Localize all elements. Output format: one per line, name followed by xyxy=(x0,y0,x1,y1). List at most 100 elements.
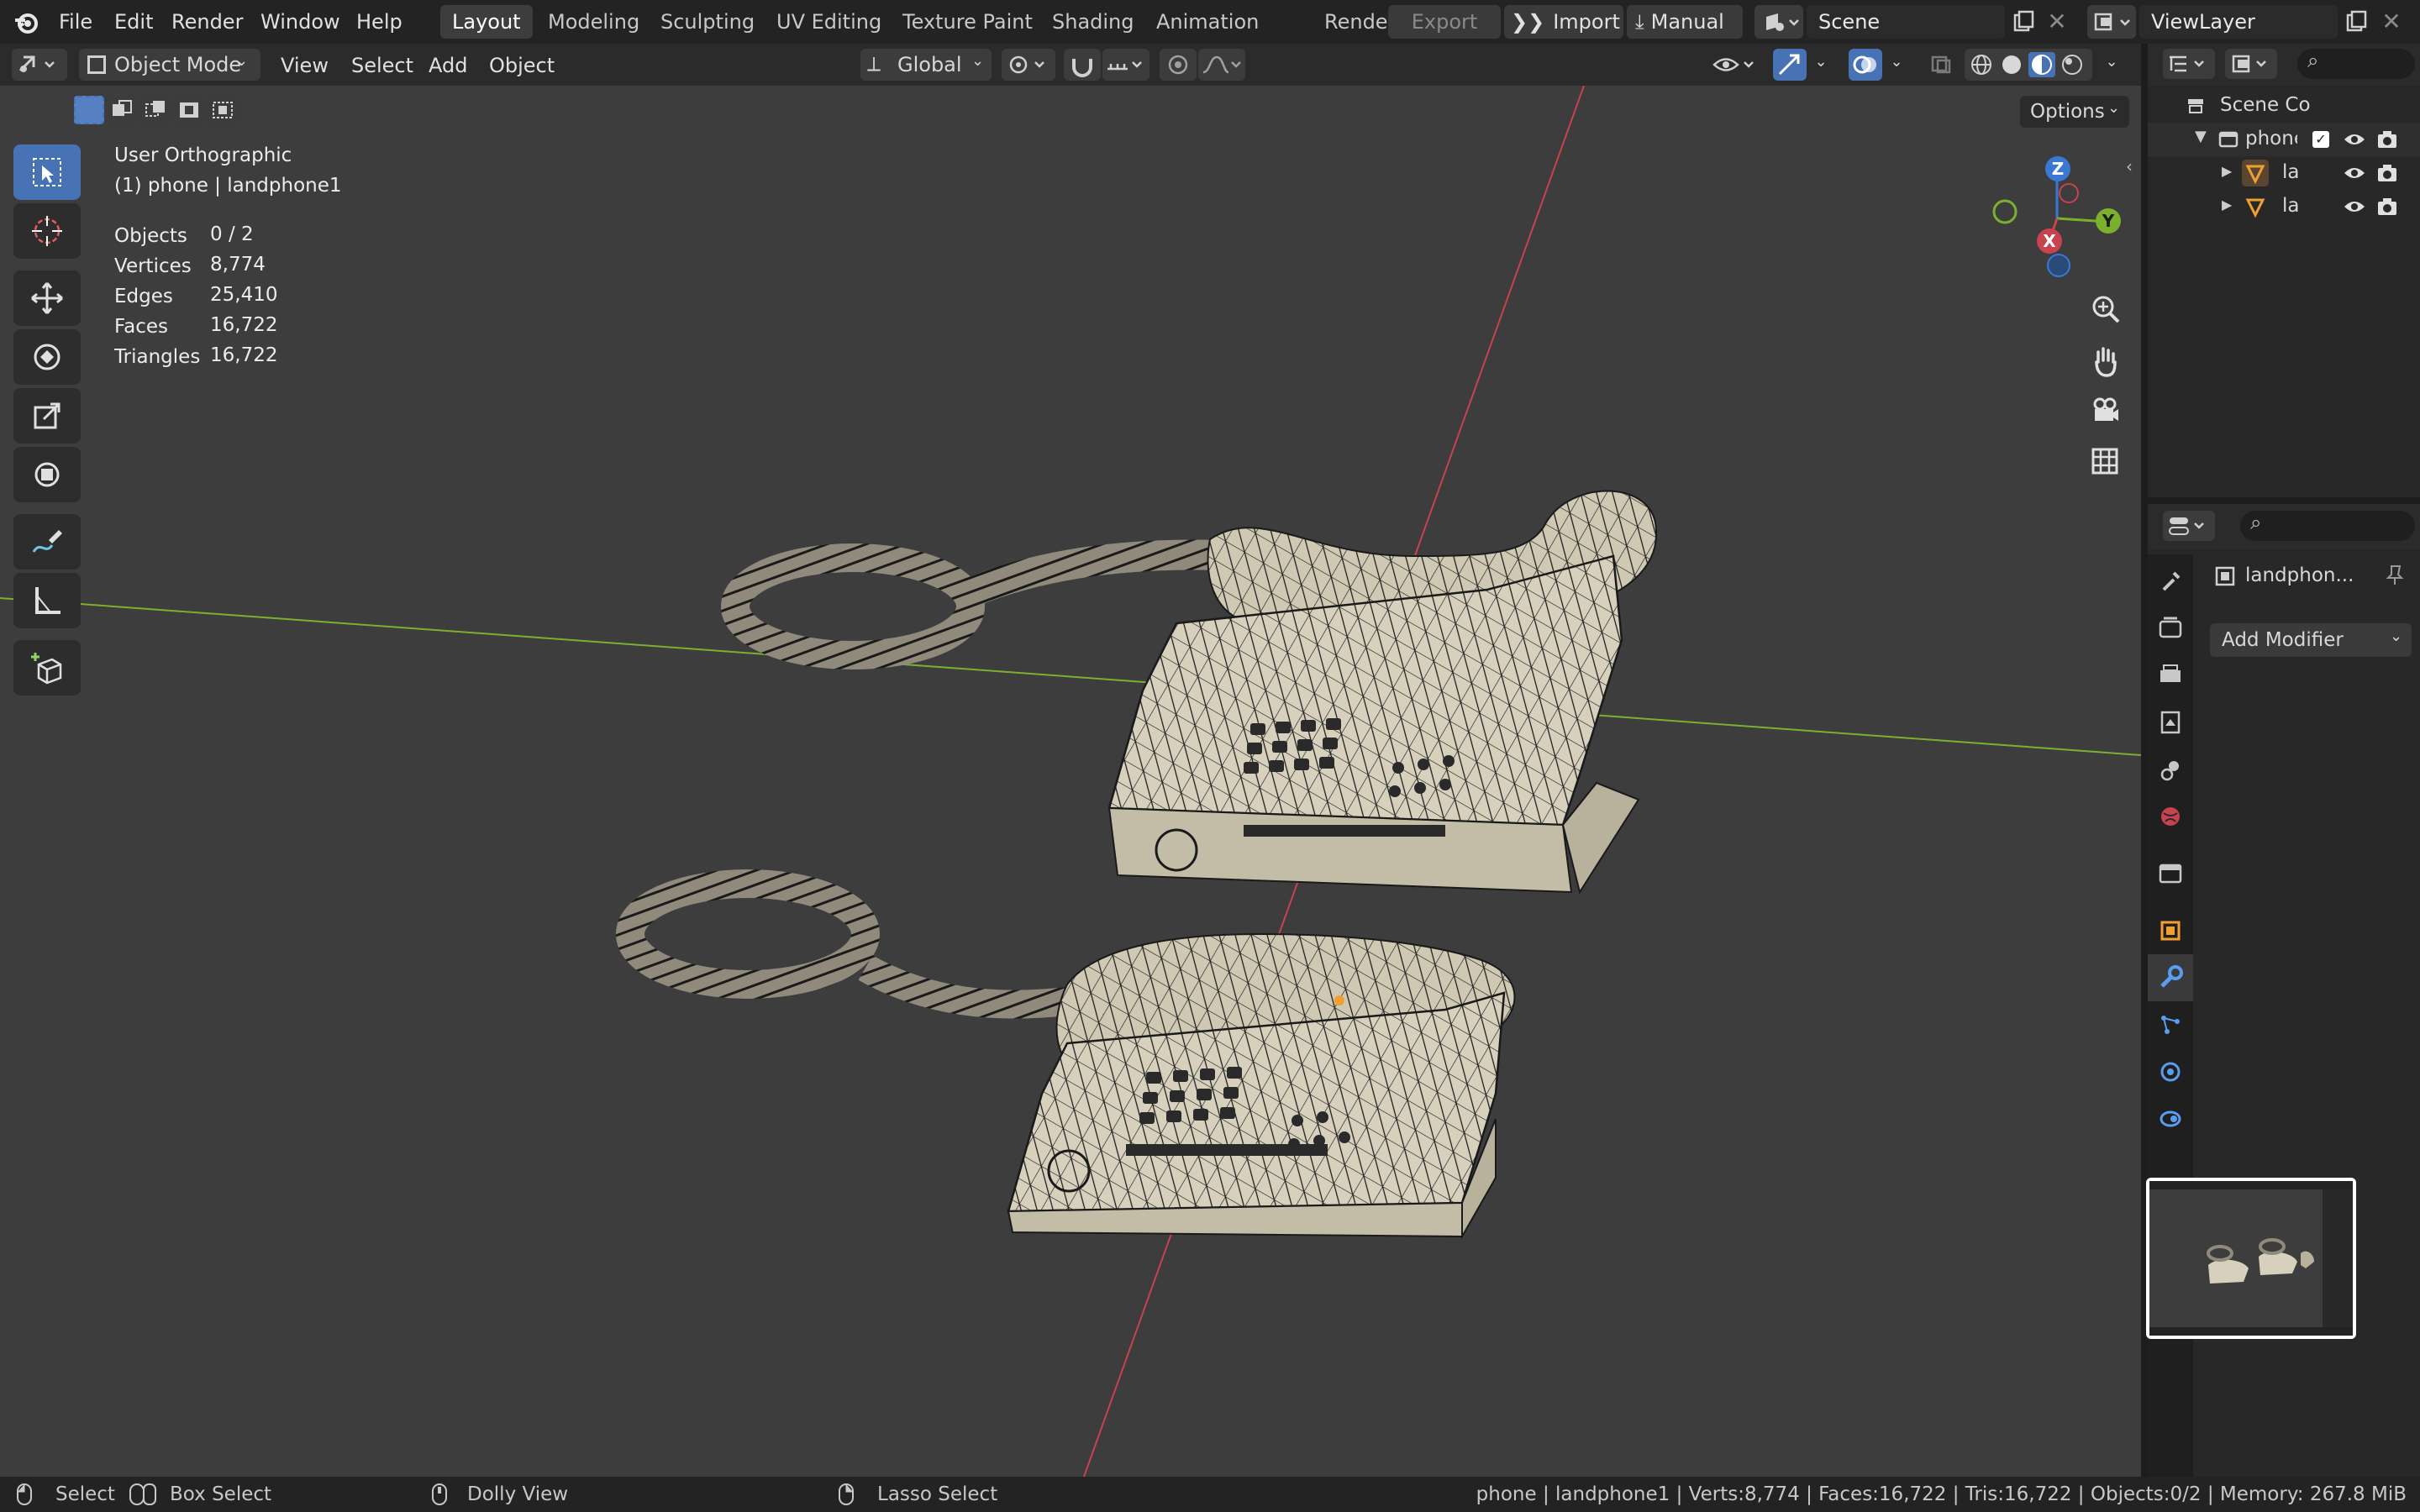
render-tab-icon[interactable] xyxy=(2148,605,2193,652)
menu-view[interactable]: View xyxy=(272,52,337,79)
select-extend-icon[interactable] xyxy=(108,96,138,124)
menu-window[interactable]: Window xyxy=(252,7,349,37)
output-tab-icon[interactable] xyxy=(2148,652,2193,699)
overlays-dropdown-icon[interactable]: ⌄ xyxy=(1884,49,1909,81)
outliner-row-collection[interactable]: ▼ phone ✓ xyxy=(2148,123,2420,156)
collection-tab-icon[interactable] xyxy=(2148,850,2193,897)
outliner-row-scene[interactable]: Scene Co xyxy=(2148,89,2420,123)
snap-target-dropdown[interactable] xyxy=(1102,49,1150,81)
manual-button[interactable]: ⤓ Manual xyxy=(1627,5,1743,39)
properties-editor-type-button[interactable] xyxy=(2163,511,2215,541)
menu-object[interactable]: Object xyxy=(481,52,563,79)
camera-view-icon[interactable] xyxy=(2082,388,2128,433)
move-tool-icon[interactable] xyxy=(13,270,81,326)
constraints-tab-icon[interactable] xyxy=(2148,1095,2193,1142)
select-intersect-icon[interactable] xyxy=(208,96,239,124)
object-tab-icon[interactable] xyxy=(2148,907,2193,954)
expand-arrow-icon[interactable]: ▶ xyxy=(2222,197,2232,213)
landphone-lower[interactable] xyxy=(616,869,1516,1240)
export-button[interactable]: Export xyxy=(1388,5,1501,39)
blender-logo-icon[interactable] xyxy=(12,8,40,37)
gizmo-x-axis[interactable]: X xyxy=(2037,228,2062,254)
gizmo-dropdown-icon[interactable]: ⌄ xyxy=(1808,49,1833,81)
menu-render[interactable]: Render xyxy=(163,7,251,37)
overlays-toggle-icon[interactable] xyxy=(1849,49,1882,81)
physics-tab-icon[interactable] xyxy=(2148,1048,2193,1095)
landphone-upper[interactable] xyxy=(721,490,1658,895)
pin-icon[interactable] xyxy=(2383,563,2407,586)
view-layer-tab-icon[interactable] xyxy=(2148,699,2193,746)
pan-hand-icon[interactable] xyxy=(2082,338,2128,383)
menu-help[interactable]: Help xyxy=(348,7,411,37)
visibility-eye-icon[interactable] xyxy=(2343,197,2366,217)
select-new-icon[interactable] xyxy=(74,96,104,124)
tab-texture-paint[interactable]: Texture Paint xyxy=(891,5,1044,39)
annotate-tool-icon[interactable] xyxy=(13,514,81,570)
outliner-row-object[interactable]: ▶ la xyxy=(2148,190,2420,223)
add-cube-tool-icon[interactable] xyxy=(13,640,81,696)
particles-tab-icon[interactable] xyxy=(2148,1001,2193,1048)
render-camera-icon[interactable] xyxy=(2376,163,2398,183)
transform-orientation-dropdown[interactable]: ⟂ Global ⌄ xyxy=(860,49,992,81)
copy-view-layer-icon[interactable] xyxy=(2341,7,2371,37)
gizmo-neg-z[interactable] xyxy=(2047,254,2070,277)
visibility-dropdown[interactable] xyxy=(1709,49,1760,81)
cursor-tool-icon[interactable] xyxy=(13,203,81,259)
scene-tab-icon[interactable] xyxy=(2148,746,2193,793)
render-camera-icon[interactable] xyxy=(2376,197,2398,217)
rendered-shading-icon[interactable] xyxy=(2059,52,2086,77)
expand-arrow-icon[interactable]: ▼ xyxy=(2195,128,2207,145)
display-mode-button[interactable] xyxy=(2225,49,2277,79)
material-shading-icon[interactable] xyxy=(2028,52,2055,77)
select-invert-icon[interactable] xyxy=(175,96,205,124)
exclude-checkbox[interactable]: ✓ xyxy=(2312,131,2329,148)
wireframe-shading-icon[interactable] xyxy=(1968,52,1995,77)
tab-animation[interactable]: Animation xyxy=(1144,5,1270,39)
view-layer-field[interactable]: ViewLayer xyxy=(2139,5,2338,39)
falloff-dropdown[interactable] xyxy=(1198,49,1245,81)
gizmo-neg-x[interactable] xyxy=(2059,183,2079,203)
menu-file[interactable]: File xyxy=(50,7,101,37)
world-tab-icon[interactable] xyxy=(2148,793,2193,840)
tab-modeling[interactable]: Modeling xyxy=(536,5,651,39)
gizmo-z-axis[interactable]: Z xyxy=(2045,156,2070,181)
view-layer-selector-button[interactable] xyxy=(2087,5,2136,39)
menu-edit[interactable]: Edit xyxy=(106,7,161,37)
screenshot-thumbnail[interactable] xyxy=(2146,1178,2356,1339)
proportional-editing-icon[interactable] xyxy=(1160,49,1197,81)
expand-arrow-icon[interactable]: ▶ xyxy=(2222,163,2232,179)
copy-scene-icon[interactable] xyxy=(2008,7,2039,37)
add-modifier-dropdown[interactable]: Add Modifier ⌄ xyxy=(2210,623,2412,657)
mode-dropdown[interactable]: Object Mode ⌄ xyxy=(79,49,260,81)
ortho-grid-icon[interactable] xyxy=(2082,438,2128,484)
tab-shading[interactable]: Shading xyxy=(1040,5,1146,39)
tool-settings-tab-icon[interactable] xyxy=(2148,558,2193,605)
outliner-row-object[interactable]: ▶ la xyxy=(2148,156,2420,190)
close-scene-icon[interactable]: ✕ xyxy=(2042,7,2072,37)
gizmo-neg-y[interactable] xyxy=(1992,199,2018,224)
scene-selector-button[interactable] xyxy=(1754,5,1803,39)
snap-toggle-icon[interactable] xyxy=(1064,49,1101,81)
visibility-eye-icon[interactable] xyxy=(2343,129,2366,150)
3d-viewport[interactable]: User Orthographic (1) phone | landphone1… xyxy=(0,86,2141,1477)
pivot-point-dropdown[interactable] xyxy=(1002,49,1055,81)
render-camera-icon[interactable] xyxy=(2376,129,2398,150)
close-view-layer-icon[interactable]: ✕ xyxy=(2376,7,2407,37)
tab-sculpting[interactable]: Sculpting xyxy=(649,5,766,39)
menu-add[interactable]: Add xyxy=(420,52,476,79)
visibility-eye-icon[interactable] xyxy=(2343,163,2366,183)
shading-dropdown-icon[interactable]: ⌄ xyxy=(2099,49,2124,81)
select-box-tool-icon[interactable] xyxy=(13,144,81,200)
tab-layout[interactable]: Layout xyxy=(440,5,533,39)
tab-uv-editing[interactable]: UV Editing xyxy=(765,5,893,39)
zoom-icon[interactable] xyxy=(2082,287,2128,333)
properties-search-input[interactable]: ⌕ xyxy=(2240,511,2415,541)
solid-shading-icon[interactable] xyxy=(1998,52,2025,77)
transform-tool-icon[interactable] xyxy=(13,447,81,502)
select-subtract-icon[interactable] xyxy=(141,96,171,124)
gizmo-toggle-icon[interactable] xyxy=(1773,49,1807,81)
modifier-tab-icon[interactable] xyxy=(2148,954,2193,1001)
editor-type-button[interactable] xyxy=(12,49,67,81)
gizmo-y-axis[interactable]: Y xyxy=(2096,208,2121,234)
scale-tool-icon[interactable] xyxy=(13,388,81,444)
